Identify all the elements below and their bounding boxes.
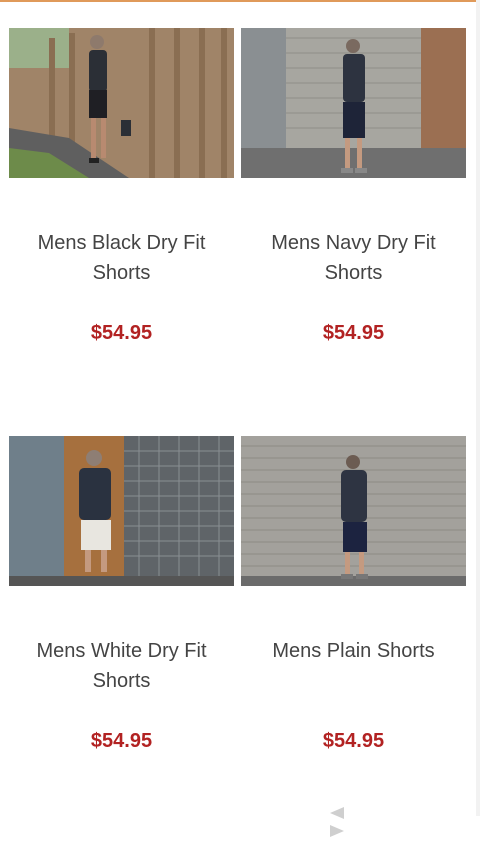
product-image[interactable] xyxy=(241,436,466,586)
product-image[interactable] xyxy=(241,28,466,178)
product-price: $54.95 xyxy=(90,322,153,344)
product-name[interactable]: Mens White Dry Fit Shorts xyxy=(9,636,234,696)
product-price: $54.95 xyxy=(322,322,385,344)
man-black-shorts-wooden-fence-photo xyxy=(9,28,234,178)
header-accent-line xyxy=(0,0,480,2)
man-white-shorts-metal-gate-photo xyxy=(9,436,234,586)
carousel-pager xyxy=(330,806,390,837)
product-price: $54.95 xyxy=(90,730,153,752)
man-plain-shorts-roller-door-photo xyxy=(241,436,466,586)
product-price: $54.95 xyxy=(322,730,385,752)
product-image[interactable] xyxy=(9,28,234,178)
chevron-left-icon[interactable] xyxy=(330,807,344,819)
man-navy-shorts-roller-door-photo xyxy=(241,28,466,178)
chevron-right-icon[interactable] xyxy=(330,825,344,837)
product-name[interactable]: Mens Black Dry Fit Shorts xyxy=(9,228,234,288)
product-image[interactable] xyxy=(9,436,234,586)
product-name[interactable]: Mens Navy Dry Fit Shorts xyxy=(241,228,466,288)
product-name[interactable]: Mens Plain Shorts xyxy=(241,636,466,666)
scrollbar[interactable] xyxy=(476,0,480,816)
